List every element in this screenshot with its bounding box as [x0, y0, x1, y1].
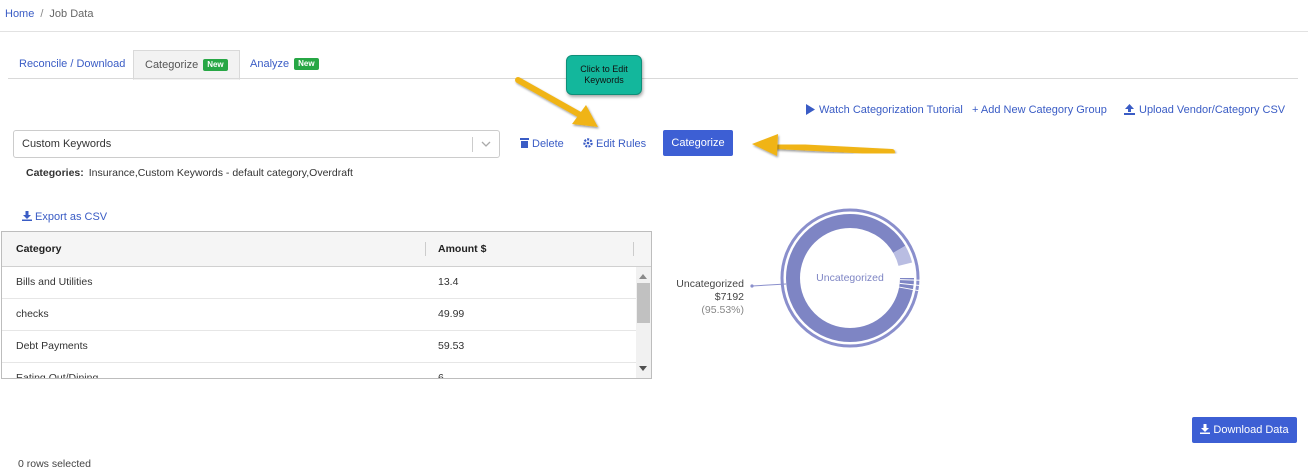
- tab-categorize[interactable]: Categorize New: [133, 50, 240, 80]
- new-badge: New: [294, 58, 319, 70]
- arrow-to-categorize-button: [752, 134, 895, 156]
- trash-icon: [520, 138, 529, 148]
- breadcrumb-current: Job Data: [49, 8, 94, 20]
- watch-tutorial-label: Watch Categorization Tutorial: [819, 104, 963, 116]
- tab-underline: [8, 78, 1298, 79]
- column-header-category[interactable]: Category: [16, 232, 62, 266]
- tab-label: Reconcile / Download: [19, 58, 126, 70]
- cell-amount: 49.99: [438, 308, 465, 320]
- category-table: Category Amount $ Bills and Utilities 13…: [1, 231, 652, 379]
- column-header-amount[interactable]: Amount $: [438, 232, 486, 266]
- categorize-button[interactable]: Categorize: [663, 130, 733, 156]
- breadcrumb-separator: /: [40, 8, 44, 20]
- table-body: Bills and Utilities 13.4 checks 49.99 De…: [2, 267, 636, 378]
- tab-analyze[interactable]: Analyze New: [239, 50, 330, 78]
- tab-reconcile-download[interactable]: Reconcile / Download: [8, 50, 136, 78]
- categories-value: Insurance,Custom Keywords - default cate…: [88, 167, 353, 179]
- breadcrumb: Home / Job Data: [5, 8, 93, 20]
- delete-button[interactable]: Delete: [520, 138, 564, 150]
- tab-label: Analyze: [250, 58, 290, 70]
- table-row[interactable]: checks 49.99: [2, 299, 636, 331]
- upload-csv-label: Upload Vendor/Category CSV: [1139, 104, 1286, 116]
- tab-label: Categorize: [145, 59, 199, 71]
- cell-amount: 13.4: [438, 276, 459, 288]
- cell-category: Bills and Utilities: [16, 276, 93, 288]
- scroll-down-arrow-icon[interactable]: [639, 366, 647, 371]
- leader-dot: [750, 284, 754, 288]
- download-data-label: Download Data: [1213, 424, 1289, 436]
- gear-icon: [583, 138, 593, 148]
- download-icon: [22, 211, 32, 221]
- column-resize-handle[interactable]: [633, 242, 634, 256]
- edit-rules-label: Edit Rules: [596, 138, 647, 150]
- delete-label: Delete: [532, 138, 564, 150]
- play-icon: [806, 104, 815, 115]
- upload-csv-link[interactable]: Upload Vendor/Category CSV: [1124, 104, 1285, 116]
- keyword-group-select[interactable]: Custom Keywords: [13, 130, 500, 158]
- add-category-group-link[interactable]: + Add New Category Group: [972, 104, 1107, 116]
- categories-summary: Categories: Insurance,Custom Keywords - d…: [26, 167, 353, 179]
- column-resize-handle[interactable]: [425, 242, 426, 256]
- select-divider: [472, 137, 473, 152]
- arrow-to-edit-rules: [515, 77, 598, 127]
- export-csv-link[interactable]: Export as CSV: [22, 211, 107, 223]
- table-header: Category Amount $: [2, 232, 651, 267]
- edit-rules-button[interactable]: Edit Rules: [583, 138, 646, 150]
- donut-center-label: Uncategorized: [816, 272, 884, 284]
- categories-label: Categories:: [26, 167, 84, 179]
- header-divider: [0, 31, 1308, 32]
- cell-amount: 59.53: [438, 340, 465, 352]
- callout-value: $7192: [714, 291, 744, 303]
- cell-amount: 6: [438, 372, 444, 378]
- download-icon: [1200, 424, 1211, 434]
- upload-icon: [1124, 104, 1135, 115]
- keyword-select-value: Custom Keywords: [22, 138, 112, 150]
- new-badge: New: [203, 59, 228, 71]
- table-row[interactable]: Eating Out/Dining 6: [2, 363, 636, 378]
- rows-selected-status: 0 rows selected: [18, 458, 91, 470]
- chevron-down-icon: [481, 141, 491, 147]
- donut-slice-separator: [899, 279, 920, 281]
- add-category-group-label: + Add New Category Group: [972, 104, 1107, 116]
- download-data-button[interactable]: Download Data: [1192, 417, 1297, 443]
- cell-category: Eating Out/Dining: [16, 372, 99, 378]
- cell-category: Debt Payments: [16, 340, 88, 352]
- chart-callout-label: Uncategorized $7192 (95.53%): [640, 278, 744, 317]
- watch-tutorial-link[interactable]: Watch Categorization Tutorial: [805, 104, 963, 116]
- callout-percent: (95.53%): [701, 304, 744, 316]
- table-row[interactable]: Bills and Utilities 13.4: [2, 267, 636, 299]
- callout-category: Uncategorized: [676, 278, 744, 290]
- cell-category: checks: [16, 308, 49, 320]
- breadcrumb-home-link[interactable]: Home: [5, 8, 34, 20]
- donut-chart: Uncategorized: [750, 208, 920, 348]
- export-csv-label: Export as CSV: [35, 211, 108, 223]
- table-row[interactable]: Debt Payments 59.53: [2, 331, 636, 363]
